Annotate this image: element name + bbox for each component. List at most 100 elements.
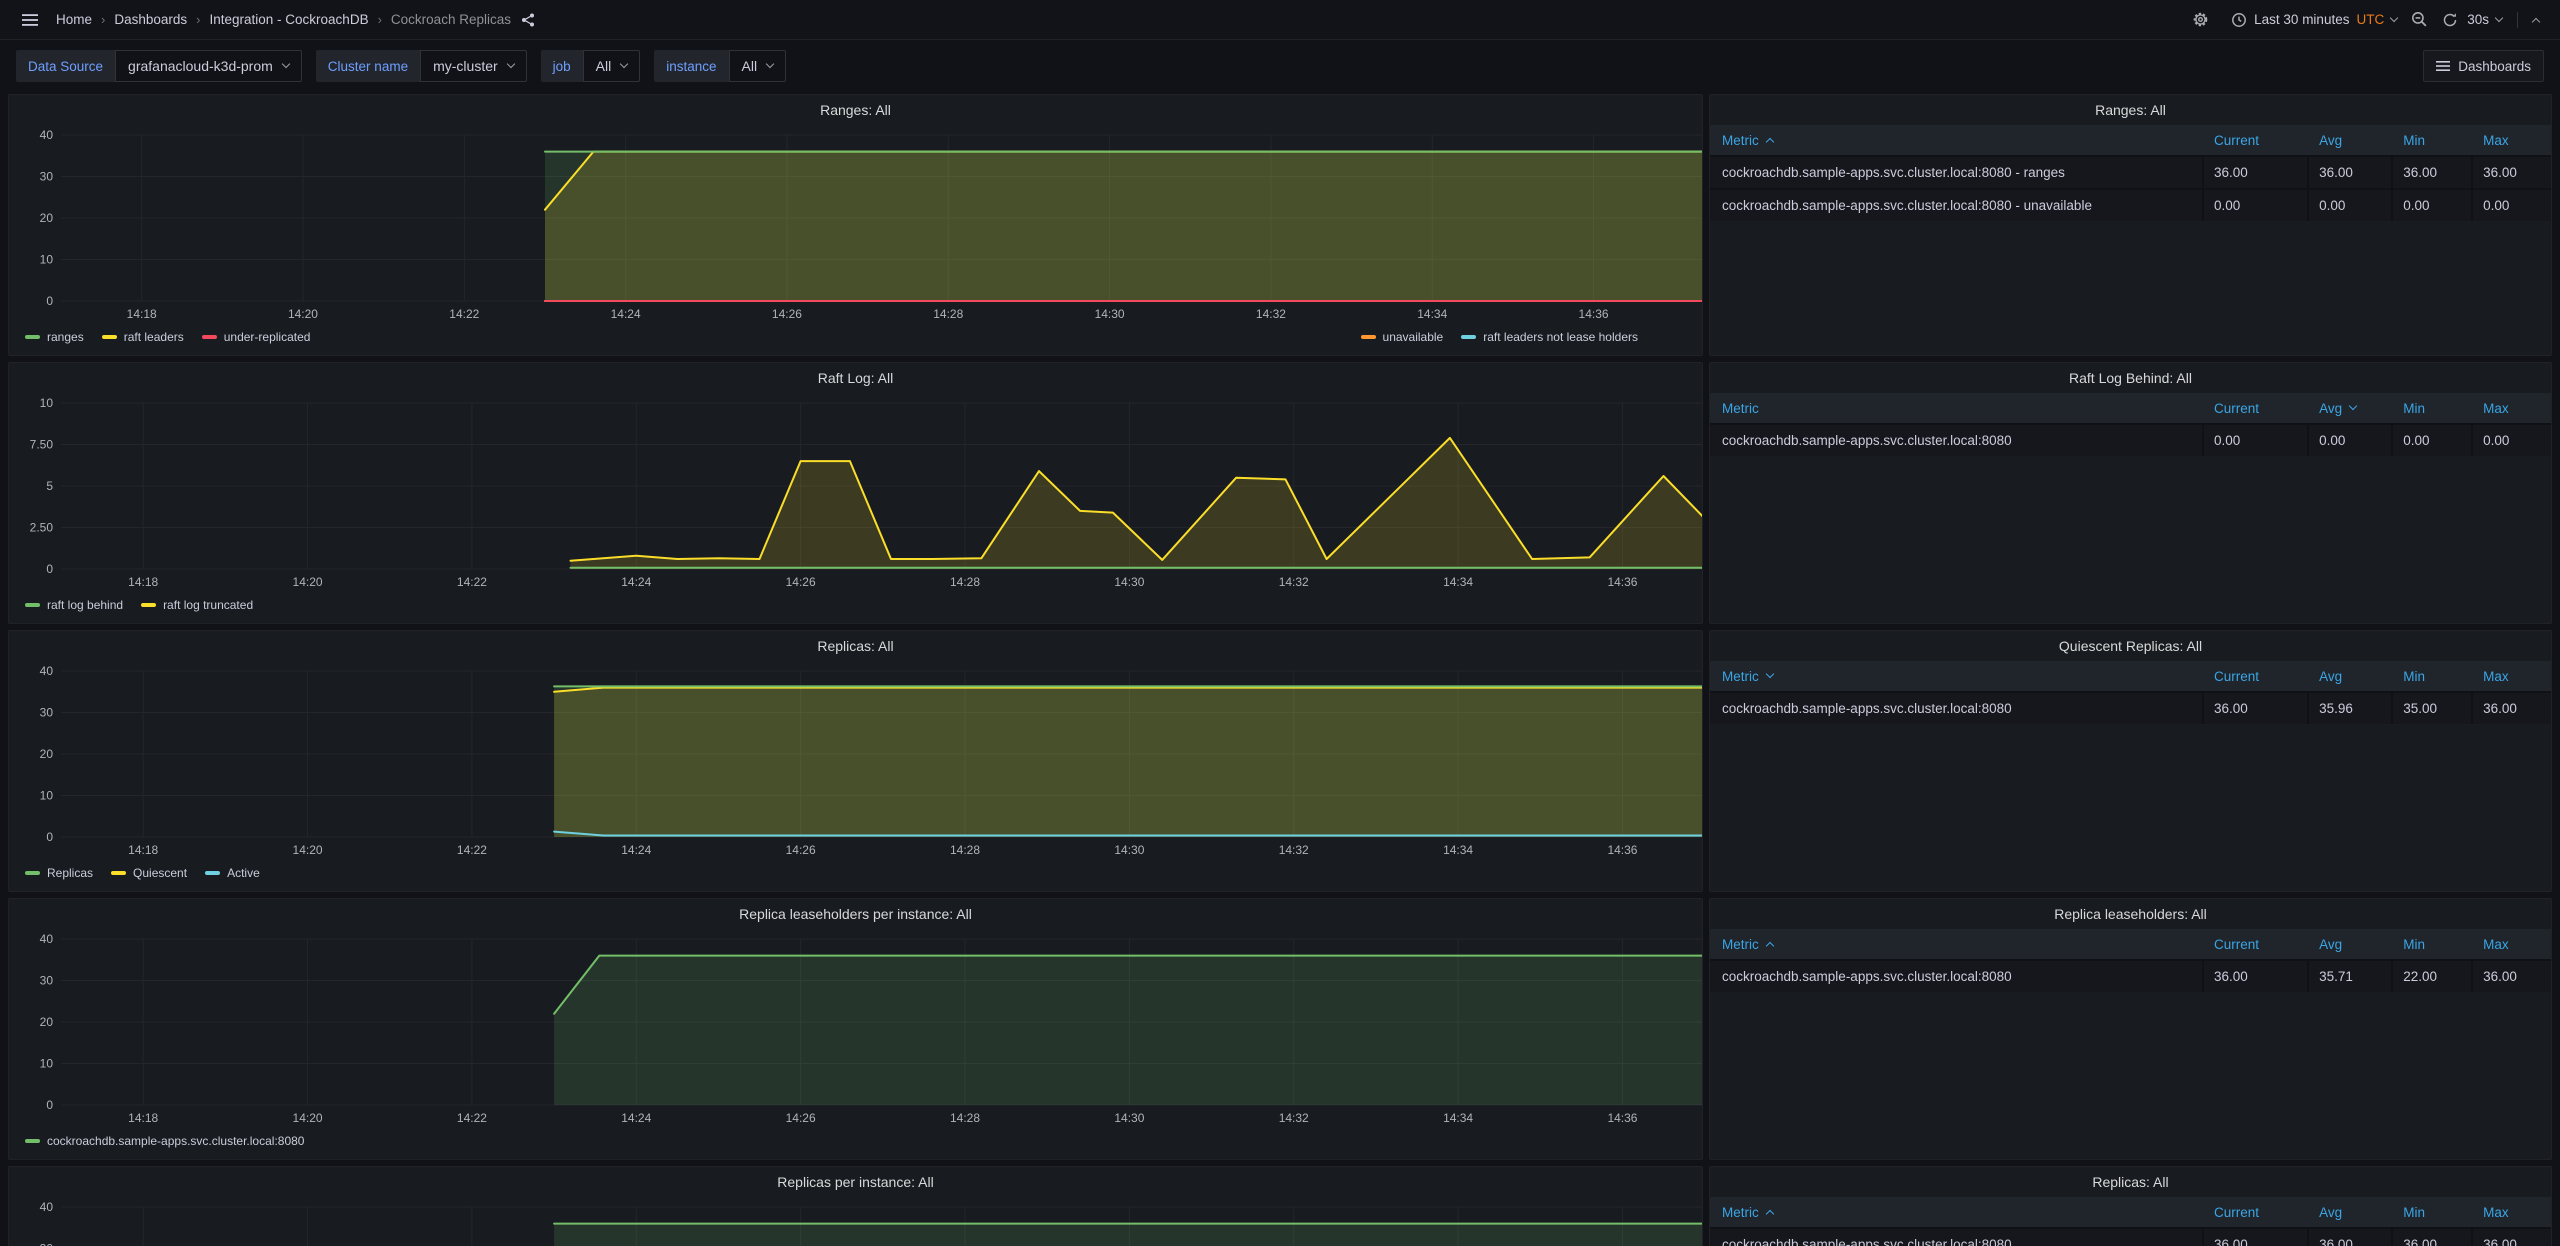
x-axis-tick-label: 14:34 — [1443, 1111, 1473, 1125]
variable-value-instance[interactable]: All — [729, 50, 787, 82]
legend-item-raft-leaders[interactable]: raft leaders — [102, 330, 184, 344]
y-axis-tick-label: 10 — [40, 396, 54, 410]
column-header-current[interactable]: Current — [2202, 401, 2307, 416]
panel-title[interactable]: Raft Log Behind: All — [1710, 363, 2551, 393]
panel-title[interactable]: Replicas: All — [9, 631, 1702, 661]
legend-item-quiescent[interactable]: Quiescent — [111, 866, 187, 880]
refresh-button[interactable] — [2435, 5, 2465, 35]
panel-title[interactable]: Raft Log: All — [9, 363, 1702, 393]
variable-job: job All — [541, 50, 641, 82]
chart-canvas-ranges-all[interactable]: 01020304014:1814:2014:2214:2414:2614:281… — [17, 125, 1703, 325]
x-axis-tick-label: 14:18 — [127, 307, 157, 321]
panel-title[interactable]: Quiescent Replicas: All — [1710, 631, 2551, 661]
column-header-current[interactable]: Current — [2202, 669, 2307, 684]
legend-swatch-icon — [1361, 335, 1376, 339]
column-header-max[interactable]: Max — [2471, 669, 2551, 684]
panel-title[interactable]: Replica leaseholders: All — [1710, 899, 2551, 929]
legend-group-left: raft log behind raft log truncated — [25, 598, 253, 612]
panel-title[interactable]: Ranges: All — [9, 95, 1702, 125]
panel-title[interactable]: Replicas: All — [1710, 1167, 2551, 1197]
legend-item-cockroachdb-sample-apps-svc-cluster-local-8080[interactable]: cockroachdb.sample-apps.svc.cluster.loca… — [25, 1134, 304, 1148]
column-header-min[interactable]: Min — [2391, 669, 2471, 684]
column-header-metric[interactable]: Metric — [1710, 1205, 2202, 1220]
x-axis-tick-label: 14:24 — [621, 575, 651, 589]
legend-label: cockroachdb.sample-apps.svc.cluster.loca… — [47, 1134, 304, 1148]
column-header-metric[interactable]: Metric — [1710, 937, 2202, 952]
column-header-current[interactable]: Current — [2202, 1205, 2307, 1220]
dashboard-settings-button[interactable] — [2185, 5, 2216, 35]
legend-item-ranges[interactable]: ranges — [25, 330, 84, 344]
value-cell: 0.00 — [2391, 425, 2471, 456]
share-button[interactable] — [513, 5, 543, 35]
variable-cluster-name: Cluster name my-cluster — [316, 50, 527, 82]
variable-value-job[interactable]: All — [583, 50, 641, 82]
column-header-min[interactable]: Min — [2391, 401, 2471, 416]
column-header-label: Max — [2483, 937, 2509, 952]
column-header-min[interactable]: Min — [2391, 937, 2471, 952]
variable-value-cluster-name[interactable]: my-cluster — [420, 50, 527, 82]
chart-canvas-replicas-all[interactable]: 01020304014:1814:2014:2214:2414:2614:281… — [17, 661, 1703, 861]
y-axis-tick-label: 30 — [40, 1242, 54, 1246]
legend-swatch-icon — [1461, 335, 1476, 339]
menu-icon — [21, 12, 39, 28]
variable-value-data-source[interactable]: grafanacloud-k3d-prom — [115, 50, 302, 82]
column-header-metric[interactable]: Metric — [1710, 669, 2202, 684]
value-cell: 36.00 — [2471, 961, 2551, 992]
column-header-max[interactable]: Max — [2471, 937, 2551, 952]
y-axis-tick-label: 40 — [40, 1200, 54, 1214]
refresh-interval-dropdown[interactable]: 30s — [2465, 5, 2509, 35]
legend-item-raft-log-behind[interactable]: raft log behind — [25, 598, 123, 612]
chevron-down-icon — [2495, 13, 2503, 21]
panel-title[interactable]: Replica leaseholders per instance: All — [9, 899, 1702, 929]
legend-item-raft-leaders-not-lease-holders[interactable]: raft leaders not lease holders — [1461, 330, 1638, 344]
column-header-max[interactable]: Max — [2471, 401, 2551, 416]
column-header-current[interactable]: Current — [2202, 937, 2307, 952]
column-header-min[interactable]: Min — [2391, 1205, 2471, 1220]
chart-canvas-replica-leaseholders-per-instance-all[interactable]: 01020304014:1814:2014:2214:2414:2614:281… — [17, 929, 1703, 1129]
chart-canvas-raft-log-all[interactable]: 02.5057.501014:1814:2014:2214:2414:2614:… — [17, 393, 1703, 593]
column-header-avg[interactable]: Avg — [2307, 937, 2391, 952]
column-header-avg[interactable]: Avg — [2307, 133, 2391, 148]
column-header-min[interactable]: Min — [2391, 133, 2471, 148]
time-range-label: Last 30 minutes — [2254, 12, 2349, 27]
x-axis-tick-label: 14:26 — [786, 1111, 816, 1125]
collapse-controls-button[interactable] — [2526, 5, 2546, 35]
breadcrumb-home[interactable]: Home — [56, 12, 92, 27]
x-axis-tick-label: 14:26 — [772, 307, 802, 321]
menu-button[interactable] — [14, 5, 46, 35]
zoom-out-time-button[interactable] — [2404, 5, 2435, 35]
chart-legend: ranges raft leaders under-replicated unavai… — [17, 325, 1694, 349]
column-header-metric[interactable]: Metric — [1710, 133, 2202, 148]
dashboards-list-button[interactable]: Dashboards — [2423, 50, 2544, 82]
panel-title[interactable]: Ranges: All — [1710, 95, 2551, 125]
panel-title[interactable]: Replicas per instance: All — [9, 1167, 1702, 1197]
column-header-max[interactable]: Max — [2471, 1205, 2551, 1220]
legend-item-unavailable[interactable]: unavailable — [1361, 330, 1444, 344]
legend-group-left: cockroachdb.sample-apps.svc.cluster.loca… — [25, 1134, 304, 1148]
breadcrumb-integration-cockroachdb[interactable]: Integration - CockroachDB — [210, 12, 369, 27]
column-header-max[interactable]: Max — [2471, 133, 2551, 148]
legend-item-replicas[interactable]: Replicas — [25, 866, 93, 880]
legend-item-active[interactable]: Active — [205, 866, 260, 880]
x-axis-tick-label: 14:36 — [1607, 1111, 1637, 1125]
chevron-up-icon — [2532, 17, 2540, 25]
timezone-label: UTC — [2356, 12, 2384, 27]
column-header-avg[interactable]: Avg — [2307, 1205, 2391, 1220]
chevron-down-icon — [620, 60, 628, 68]
chart-legend: Replicas Quiescent Active — [17, 861, 1694, 885]
column-header-metric[interactable]: Metric — [1710, 401, 2202, 416]
breadcrumb-dashboards[interactable]: Dashboards — [114, 12, 187, 27]
legend-item-under-replicated[interactable]: under-replicated — [202, 330, 311, 344]
time-range-picker-button[interactable]: Last 30 minutes UTC — [2224, 5, 2404, 35]
y-axis-tick-label: 40 — [40, 932, 54, 946]
column-header-avg[interactable]: Avg — [2307, 669, 2391, 684]
column-header-avg[interactable]: Avg — [2307, 401, 2391, 416]
x-axis-tick-label: 14:28 — [950, 1111, 980, 1125]
column-header-current[interactable]: Current — [2202, 133, 2307, 148]
legend-swatch-icon — [205, 871, 220, 875]
legend-item-raft-log-truncated[interactable]: raft log truncated — [141, 598, 253, 612]
x-axis-tick-label: 14:28 — [950, 575, 980, 589]
chart-canvas-replicas-per-instance-all[interactable]: 01020304014:1814:2014:2214:2414:2614:281… — [17, 1197, 1703, 1246]
y-axis-tick-label: 30 — [40, 974, 54, 988]
legend-swatch-icon — [25, 335, 40, 339]
